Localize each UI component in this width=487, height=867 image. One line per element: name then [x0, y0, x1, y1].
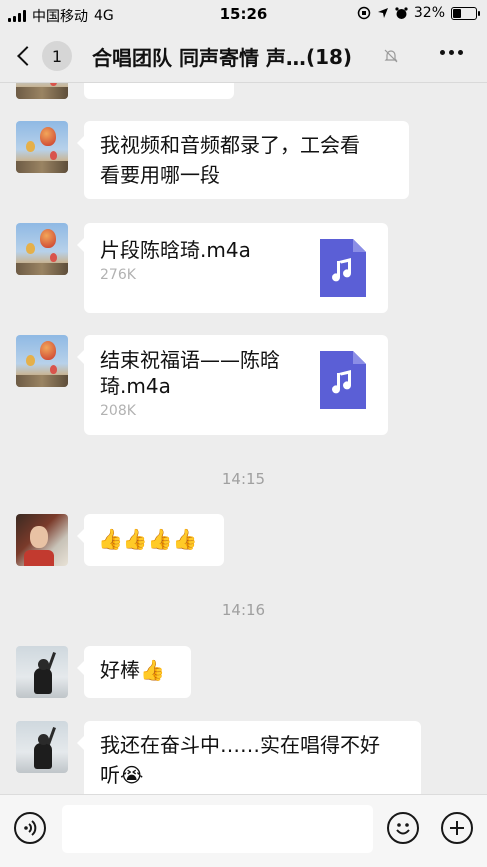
chat-title: 合唱团队 同声寄情 声… (18): [92, 42, 382, 71]
message-bubble[interactable]: [84, 83, 234, 99]
message-text: 好棒👍: [100, 658, 165, 682]
timestamp: 14:15: [221, 470, 266, 488]
message-text: 我还在奋斗中……实在唱得不好: [100, 733, 380, 757]
message-bubble[interactable]: 我视频和音频都录了，工会看 看要用哪一段: [77, 121, 409, 199]
bell-slash-icon: [384, 49, 398, 63]
more-dots-icon[interactable]: [440, 50, 463, 55]
audio-file-icon: [320, 239, 366, 297]
voice-icon: [24, 820, 37, 836]
plus-button[interactable]: [441, 812, 473, 844]
message-bubble[interactable]: 我还在奋斗中……实在唱得不好 听😭: [77, 721, 421, 794]
back-button[interactable]: 1: [14, 40, 74, 72]
file-size: 276K: [100, 267, 136, 283]
emoji-button[interactable]: [387, 812, 419, 844]
file-message[interactable]: 片段陈晗琦.m4a 276K: [77, 223, 388, 313]
message-bubble[interactable]: 好棒👍: [77, 646, 191, 698]
unread-count-badge: 1: [42, 41, 72, 71]
file-message[interactable]: 结束祝福语——陈晗 琦.m4a 208K: [77, 335, 388, 435]
battery-fill: [453, 8, 461, 18]
message-bubble[interactable]: 👍👍👍👍: [77, 514, 224, 566]
file-name: 片段陈晗琦.m4a: [100, 238, 251, 262]
timestamp: 14:16: [221, 601, 266, 619]
plus-icon: [450, 821, 464, 835]
file-name: 结束祝福语——陈晗 琦.m4a: [100, 347, 300, 399]
file-size: 208K: [100, 403, 136, 419]
thumbs-up-emoji: 👍👍👍👍: [98, 527, 198, 551]
member-count: (18): [305, 44, 353, 69]
message-text: 听😭: [100, 763, 144, 787]
orientation-lock-icon: [357, 6, 371, 20]
chat-header: 1 合唱团队 同声寄情 声… (18): [0, 28, 487, 83]
alarm-icon: [395, 6, 408, 19]
avatar[interactable]: [16, 646, 68, 698]
message-input[interactable]: [62, 805, 373, 853]
emoji-icon: [396, 823, 410, 835]
avatar[interactable]: [16, 223, 68, 275]
status-bar: 中国移动 4G 15:26 32%: [0, 0, 487, 28]
battery-icon: [451, 6, 480, 20]
file-name-line: 结束祝福语——陈晗: [100, 348, 280, 372]
input-bar: [0, 794, 487, 867]
avatar[interactable]: [16, 514, 68, 566]
avatar[interactable]: [16, 121, 68, 173]
message-list[interactable]: 我视频和音频都录了，工会看 看要用哪一段 片段陈晗琦.m4a 276K 结束祝福…: [0, 83, 487, 794]
chevron-left-icon: [17, 46, 37, 66]
message-text: 看要用哪一段: [100, 163, 220, 187]
message-text: 我视频和音频都录了，工会看: [100, 133, 360, 157]
group-name: 合唱团队 同声寄情 声…: [92, 46, 306, 70]
file-name-line: 琦.m4a: [100, 374, 171, 398]
battery-percent: 32%: [413, 5, 445, 21]
location-icon: [377, 8, 388, 18]
avatar[interactable]: [16, 83, 68, 99]
audio-file-icon: [320, 351, 366, 409]
status-right: 32%: [357, 5, 480, 21]
voice-button[interactable]: [14, 812, 46, 844]
avatar[interactable]: [16, 335, 68, 387]
avatar[interactable]: [16, 721, 68, 773]
